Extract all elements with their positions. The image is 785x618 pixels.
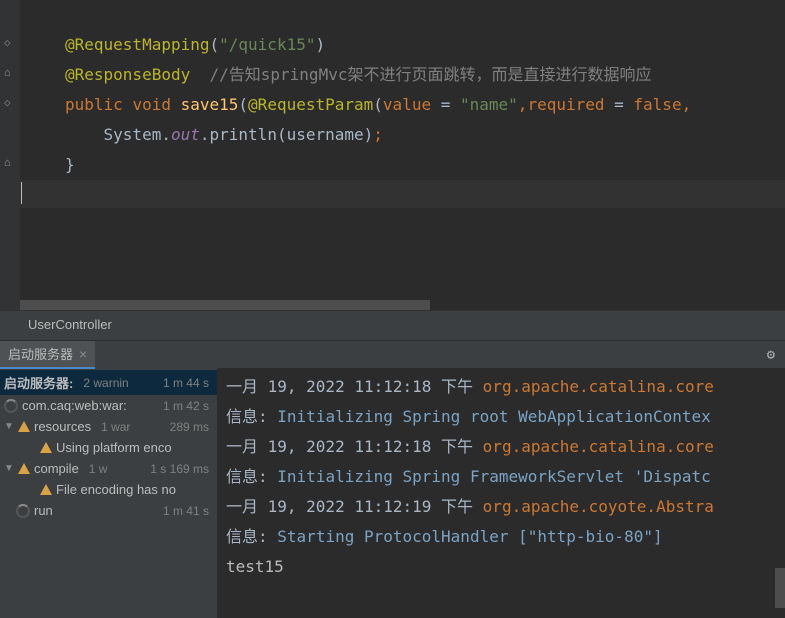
warning-icon xyxy=(40,442,52,453)
task-row[interactable]: ▼ compile 1 w 1 s 169 ms xyxy=(0,458,217,479)
annotation: @ResponseBody xyxy=(65,65,190,84)
gutter-marker-icon: ◇ xyxy=(4,36,11,49)
gear-icon[interactable]: ⚙ xyxy=(767,347,775,363)
code-content[interactable]: @RequestMapping("/quick15") @ResponseBod… xyxy=(0,0,785,180)
warning-icon xyxy=(18,463,30,474)
spinner-icon xyxy=(4,399,18,413)
breadcrumb-item[interactable]: UserController xyxy=(28,317,112,332)
gutter-marker-icon: ◇ xyxy=(4,96,11,109)
method-name: save15 xyxy=(181,95,239,114)
close-icon[interactable]: × xyxy=(79,346,87,362)
tool-window-tabs: 启动服务器 × ⚙ xyxy=(0,340,785,368)
task-row-root[interactable]: 启动服务器: 2 warnin 1 m 44 s xyxy=(0,370,217,395)
code-editor[interactable]: ◇ ⌂ ◇ ⌂ @RequestMapping("/quick15") @Res… xyxy=(0,0,785,310)
chevron-down-icon[interactable]: ▼ xyxy=(4,421,14,432)
warning-icon xyxy=(40,484,52,495)
tab-run-server[interactable]: 启动服务器 × xyxy=(0,341,95,369)
gutter-marker-icon: ⌂ xyxy=(4,66,11,79)
spinner-icon xyxy=(16,504,30,518)
task-row[interactable]: run 1 m 41 s xyxy=(0,500,217,521)
console-output[interactable]: 一月 19, 2022 11:12:18 下午 org.apache.catal… xyxy=(218,368,785,618)
vertical-scrollbar[interactable] xyxy=(775,568,785,608)
comment: //告知springMvc架不进行页面跳转，而是直接进行数据响应 xyxy=(190,65,651,84)
task-detail-row[interactable]: Using platform enco xyxy=(0,437,217,458)
text-caret xyxy=(21,182,22,204)
horizontal-scrollbar[interactable] xyxy=(20,300,430,310)
run-panel: 启动服务器: 2 warnin 1 m 44 s com.caq:web:war… xyxy=(0,368,785,618)
chevron-down-icon[interactable]: ▼ xyxy=(4,463,14,474)
gutter-marker-icon: ⌂ xyxy=(4,156,11,169)
caret-line-highlight xyxy=(20,180,785,208)
task-row[interactable]: com.caq:web:war: 1 m 42 s xyxy=(0,395,217,416)
warning-icon xyxy=(18,421,30,432)
task-row[interactable]: ▼ resources 1 war 289 ms xyxy=(0,416,217,437)
build-task-tree[interactable]: 启动服务器: 2 warnin 1 m 44 s com.caq:web:war… xyxy=(0,368,218,618)
task-detail-row[interactable]: File encoding has no xyxy=(0,479,217,500)
annotation: @RequestMapping xyxy=(65,35,210,54)
tab-label: 启动服务器 xyxy=(8,344,73,363)
breadcrumb[interactable]: UserController xyxy=(0,310,785,340)
gutter: ◇ ⌂ ◇ ⌂ xyxy=(0,0,20,310)
